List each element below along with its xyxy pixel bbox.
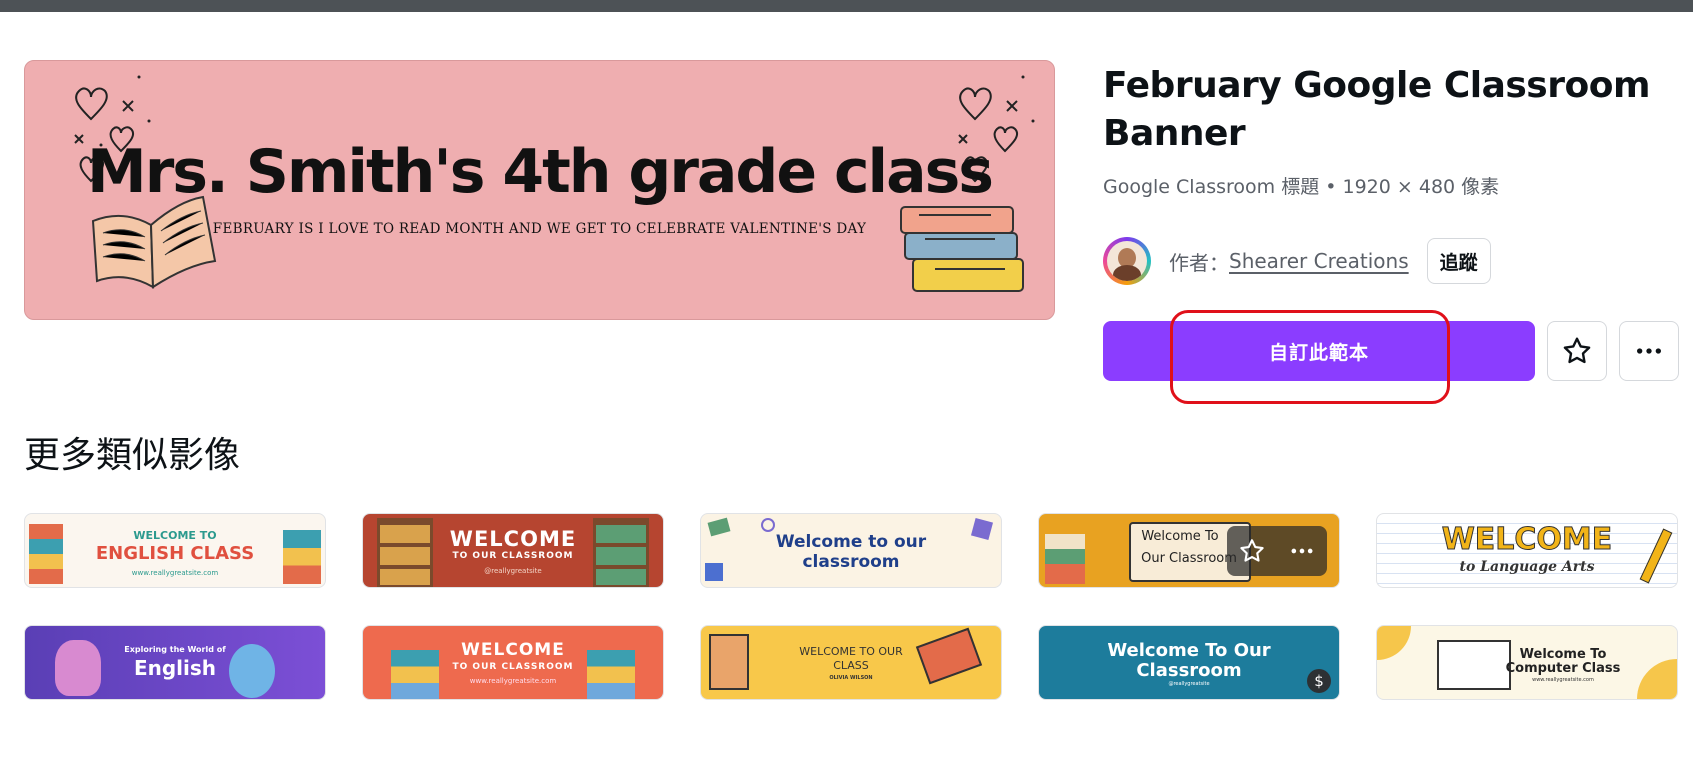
- astronaut-character: [229, 644, 275, 698]
- clock-icon: [761, 518, 775, 532]
- favorite-card-button[interactable]: [1227, 526, 1277, 576]
- favorite-button[interactable]: [1547, 321, 1607, 381]
- template-card[interactable]: Welcome to our classroom: [700, 513, 1002, 588]
- card-line1: Welcome to our: [775, 532, 927, 552]
- card-line2: TO OUR CLASSROOM: [452, 551, 574, 561]
- card-line1: WELCOME: [449, 527, 577, 551]
- card-line1: WELCOME TO: [133, 529, 217, 542]
- customize-template-button[interactable]: 自訂此範本: [1103, 321, 1535, 381]
- template-title: February Google Classroom Banner: [1103, 65, 1650, 154]
- template-card[interactable]: WELCOME TO ENGLISH CLASS www.reallygreat…: [24, 513, 326, 588]
- author-label: 作者：: [1169, 250, 1229, 275]
- template-card[interactable]: WELCOME TO OUR CLASSROOM www.reallygreat…: [362, 625, 664, 700]
- more-horizontal-icon: [1291, 548, 1313, 554]
- card-line1: WELCOME: [461, 640, 565, 660]
- author-link[interactable]: Shearer Creations: [1229, 249, 1409, 273]
- star-icon: [1240, 539, 1264, 562]
- template-card[interactable]: WELCOME TO OUR CLASS OLIVIA WILSON: [700, 625, 1002, 700]
- card-line3: www.reallygreatsite.com: [469, 677, 557, 685]
- cube-icon: [705, 563, 723, 581]
- template-card[interactable]: WELCOME to Language Arts: [1376, 513, 1678, 588]
- card-line1: Welcome To: [1519, 647, 1607, 662]
- template-meta: Google Classroom 標題 • 1920 × 480 像素: [1103, 176, 1500, 198]
- premium-dollar-icon: $: [1307, 669, 1331, 693]
- banner-subtitle: FEBRUARY IS I LOVE TO READ MONTH AND WE …: [212, 221, 867, 237]
- more-options-button[interactable]: [1619, 321, 1679, 381]
- more-horizontal-icon: [1637, 348, 1661, 354]
- card-line3: www.reallygreatsite.com: [1532, 677, 1594, 683]
- template-card[interactable]: Exploring the World of English: [24, 625, 326, 700]
- monster-character: [55, 640, 101, 696]
- star-icon: [1563, 337, 1591, 364]
- card-more-button[interactable]: [1277, 526, 1327, 576]
- author-row: 作者： Shearer Creations 追蹤: [1103, 237, 1491, 285]
- card-line3: @reallygreatsite: [1168, 681, 1210, 687]
- card-line3: @reallygreatsite: [484, 567, 542, 575]
- card-hover-toolbar: [1227, 526, 1327, 576]
- similar-images-heading: 更多類似影像: [24, 435, 241, 476]
- top-bar: [0, 0, 1693, 12]
- template-card[interactable]: WELCOME TO OUR CLASSROOM @reallygreatsit…: [362, 513, 664, 588]
- card-line1: WELCOME: [1441, 522, 1613, 557]
- card-line2: to Language Arts: [1459, 559, 1595, 575]
- avatar-image: [1107, 241, 1147, 281]
- book-stack-icon: [29, 524, 63, 584]
- template-card[interactable]: Welcome To Our Classroom @reallygreatsit…: [1038, 625, 1340, 700]
- template-preview-banner: Mrs. Smith's 4th grade class FEBRUARY IS…: [24, 60, 1055, 320]
- card-line2: Computer Class: [1505, 661, 1621, 676]
- follow-button[interactable]: 追蹤: [1426, 238, 1491, 284]
- template-card[interactable]: Welcome To Our Classroom: [1038, 513, 1340, 588]
- card-line2: ENGLISH CLASS: [95, 543, 255, 564]
- card-line3: www.reallygreatsite.com: [131, 569, 219, 577]
- book-stack-icon: [283, 530, 321, 584]
- card-line2: TO OUR CLASSROOM: [452, 662, 574, 672]
- card-line1: Welcome To Our: [1107, 640, 1271, 661]
- corner-shape: [1377, 626, 1411, 660]
- template-card[interactable]: Welcome To Computer Class www.reallygrea…: [1376, 625, 1678, 700]
- book-stack-icon: [1045, 534, 1085, 584]
- notebook-icon: [709, 634, 749, 690]
- book-stack-illustration: [900, 206, 1024, 292]
- avatar[interactable]: [1103, 237, 1151, 285]
- card-line2: Classroom: [1136, 660, 1242, 681]
- banner-title: Mrs. Smith's 4th grade class: [87, 137, 994, 207]
- card-line2: classroom: [802, 552, 900, 572]
